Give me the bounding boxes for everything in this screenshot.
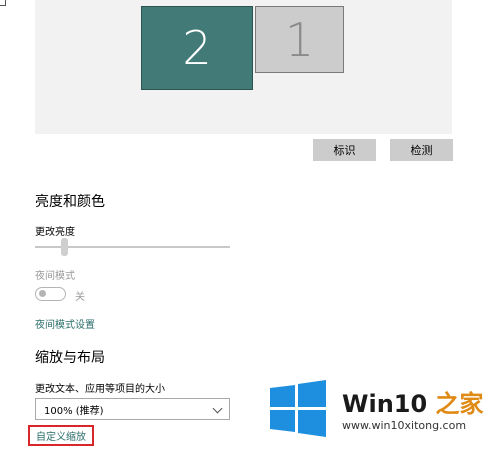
text-size-dropdown[interactable]: 100% (推荐) [35,398,230,420]
custom-scale-label: 自定义缩放 [36,432,86,443]
watermark-brand: Win10 之家 [342,384,484,419]
monitor-2-tile[interactable]: 2 [141,6,253,90]
chevron-down-icon [212,403,223,414]
monitor-1-tile[interactable]: 1 [255,6,344,73]
brightness-slider-thumb[interactable] [60,238,68,256]
windows-logo-icon [270,380,326,437]
night-mode-toggle[interactable] [35,287,66,301]
watermark-brand-prefix: Win10 [342,390,428,418]
display-arrangement-area[interactable]: 2 1 [35,0,452,134]
window-corner-mark [0,0,6,6]
night-mode-settings-link[interactable]: 夜间模式设置 [35,316,95,331]
watermark-brand-suffix: 之家 [435,390,484,418]
identify-button[interactable]: 标识 [313,139,376,161]
watermark-url: www.win10xitong.com [342,419,467,432]
night-mode-state: 关 [75,292,85,303]
night-mode-label: 夜间模式 [35,271,75,282]
text-size-value: 100% (推荐) [44,405,104,417]
detect-button[interactable]: 检测 [390,139,453,161]
custom-scale-link[interactable]: 自定义缩放 [28,425,94,446]
scale-layout-heading: 缩放与布局 [35,350,105,366]
text-size-label: 更改文本、应用等项目的大小 [35,384,165,395]
toggle-knob [39,290,46,297]
monitor-2-number: 2 [182,21,212,75]
brightness-label: 更改亮度 [35,227,75,238]
site-watermark: Win10 之家 www.win10xitong.com [268,374,496,444]
brightness-color-heading: 亮度和颜色 [35,194,105,210]
monitor-1-number: 1 [284,12,315,67]
